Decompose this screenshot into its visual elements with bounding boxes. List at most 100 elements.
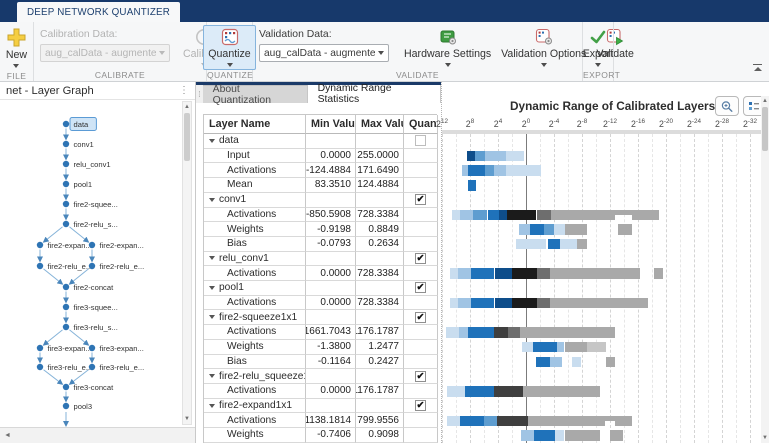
column-header[interactable]: Min Value	[306, 115, 356, 134]
new-button[interactable]: New	[1, 25, 32, 71]
quantize-checkbox[interactable]: ✔	[415, 400, 426, 411]
table-row[interactable]: relu_conv1✔	[203, 252, 437, 267]
graph-node-label[interactable]: fire2-relu_e...	[48, 262, 93, 271]
graph-node[interactable]	[63, 221, 69, 227]
graph-node-label[interactable]: fire2-squee...	[74, 200, 118, 209]
tab-grip-icon[interactable]: ⁞	[196, 85, 203, 103]
graph-node[interactable]	[63, 181, 69, 187]
graph-node[interactable]	[89, 364, 95, 370]
table-row[interactable]: Activations-1661.70431176.1787	[203, 325, 437, 340]
graph-node[interactable]	[63, 161, 69, 167]
graph-horizontal-scrollbar[interactable]: ◄	[0, 427, 195, 443]
quantize-dropdown-caret[interactable]	[227, 63, 233, 67]
export-button[interactable]: Export	[578, 25, 619, 70]
scrollbar-thumb[interactable]	[184, 113, 190, 161]
expand-collapse-icon[interactable]	[209, 286, 215, 290]
tab-about-quantization[interactable]: About Quantization	[203, 85, 308, 103]
graph-node[interactable]	[89, 263, 95, 269]
graph-node[interactable]	[37, 364, 43, 370]
scrollbar-thumb[interactable]	[762, 107, 768, 151]
graph-node[interactable]	[63, 141, 69, 147]
expand-collapse-icon[interactable]	[209, 315, 215, 319]
graph-node[interactable]	[63, 284, 69, 290]
graph-node-label[interactable]: pool1	[74, 180, 93, 189]
graph-node[interactable]	[37, 263, 43, 269]
table-row[interactable]: Input0.0000255.0000	[203, 149, 437, 164]
table-row[interactable]: fire2-squeeze1x1✔	[203, 310, 437, 325]
graph-node-label[interactable]: fire3-expan...	[100, 344, 144, 353]
quantize-checkbox[interactable]	[415, 135, 426, 146]
graph-node[interactable]	[89, 242, 95, 248]
quantize-checkbox[interactable]: ✔	[415, 194, 426, 205]
validation-data-dropdown[interactable]: aug_calData - augmentedIma...	[259, 44, 389, 62]
column-header[interactable]: Max Value	[356, 115, 404, 134]
graph-vertical-scrollbar[interactable]: ▲ ▼	[182, 101, 192, 425]
table-row[interactable]: fire2-relu_squeeze1x1✔	[203, 369, 437, 384]
quantize-checkbox[interactable]: ✔	[415, 312, 426, 323]
table-row[interactable]: Activations-124.4884171.6490	[203, 163, 437, 178]
graph-node-label[interactable]: fire2-concat	[74, 283, 115, 292]
validation-options-caret[interactable]	[541, 63, 547, 67]
hardware-settings-caret[interactable]	[445, 63, 451, 67]
graph-node[interactable]	[37, 242, 43, 248]
table-row[interactable]: Activations0.00001176.1787	[203, 384, 437, 399]
graph-node[interactable]	[63, 324, 69, 330]
graph-node-label[interactable]: fire3-relu_e...	[48, 363, 93, 372]
graph-node-label[interactable]: relu_conv1	[74, 160, 111, 169]
zoom-button[interactable]	[715, 96, 739, 116]
graph-node-label[interactable]: fire3-relu_e...	[100, 363, 145, 372]
table-row[interactable]: Activations-1138.1814799.9556	[203, 413, 437, 428]
graph-node[interactable]	[63, 304, 69, 310]
new-dropdown-caret[interactable]	[13, 64, 19, 68]
expand-collapse-icon[interactable]	[209, 139, 215, 143]
graph-node[interactable]	[63, 403, 69, 409]
collapse-toolstrip-icon[interactable]	[752, 64, 763, 73]
table-row[interactable]: Weights-1.38001.2477	[203, 340, 437, 355]
graph-node-label[interactable]: fire2-expan...	[100, 241, 144, 250]
graph-node-label[interactable]: fire2-expan...	[48, 241, 92, 250]
scroll-left-icon[interactable]: ◄	[4, 432, 11, 439]
graph-node[interactable]	[63, 384, 69, 390]
expand-collapse-icon[interactable]	[209, 256, 215, 260]
table-row[interactable]: Bias-0.11640.2427	[203, 355, 437, 370]
app-tab[interactable]: DEEP NETWORK QUANTIZER	[17, 2, 180, 22]
chart-vertical-scrollbar[interactable]: ▲ ▼	[761, 96, 769, 443]
hardware-settings-button[interactable]: Hardware Settings	[399, 25, 496, 70]
graph-node-label[interactable]: pool3	[74, 402, 93, 411]
table-row[interactable]: conv1✔	[203, 193, 437, 208]
graph-node-label[interactable]: fire3-relu_s...	[74, 323, 118, 332]
quantize-button[interactable]: Quantize	[203, 25, 255, 70]
kebab-menu-icon[interactable]: ⋮	[179, 86, 189, 96]
scroll-up-icon[interactable]: ▲	[761, 96, 769, 106]
graph-node-label[interactable]: fire3-squee...	[74, 303, 118, 312]
graph-node-label[interactable]: fire2-relu_e...	[100, 262, 145, 271]
table-row[interactable]: Weights-0.91980.8849	[203, 222, 437, 237]
table-row[interactable]: data	[203, 134, 437, 149]
column-header[interactable]: Layer Name	[204, 115, 306, 134]
graph-node-label[interactable]: fire3-expan...	[48, 344, 92, 353]
table-row[interactable]: Activations-850.5908728.3384	[203, 208, 437, 223]
table-row[interactable]: Activations0.0000728.3384	[203, 296, 437, 311]
layer-graph-canvas[interactable]: dataconv1relu_conv1pool1fire2-squee...fi…	[0, 100, 181, 427]
graph-node[interactable]	[63, 201, 69, 207]
expand-collapse-icon[interactable]	[209, 404, 215, 408]
tab-dynamic-range-statistics[interactable]: Dynamic Range Statistics	[308, 85, 441, 103]
table-row[interactable]: Activations0.0000728.3384	[203, 266, 437, 281]
graph-node-label[interactable]: fire2-relu_s...	[74, 220, 118, 229]
quantize-checkbox[interactable]: ✔	[415, 371, 426, 382]
calibration-data-dropdown[interactable]: aug_calData - augmentedIma...	[40, 44, 170, 62]
graph-node[interactable]	[89, 345, 95, 351]
table-row[interactable]: pool1✔	[203, 281, 437, 296]
graph-node-label[interactable]: conv1	[74, 140, 94, 149]
quantize-checkbox[interactable]: ✔	[415, 282, 426, 293]
table-row[interactable]: Mean83.3510124.4884	[203, 178, 437, 193]
scroll-down-icon[interactable]: ▼	[183, 414, 191, 424]
table-row[interactable]: fire2-expand1x1✔	[203, 399, 437, 414]
quantize-checkbox[interactable]: ✔	[415, 253, 426, 264]
graph-node[interactable]	[37, 345, 43, 351]
export-dropdown-caret[interactable]	[595, 63, 601, 67]
scroll-up-icon[interactable]: ▲	[183, 102, 191, 112]
table-row[interactable]: Bias-0.07930.2634	[203, 237, 437, 252]
column-header[interactable]: Quantize	[404, 115, 438, 134]
scroll-down-icon[interactable]: ▼	[761, 433, 769, 443]
